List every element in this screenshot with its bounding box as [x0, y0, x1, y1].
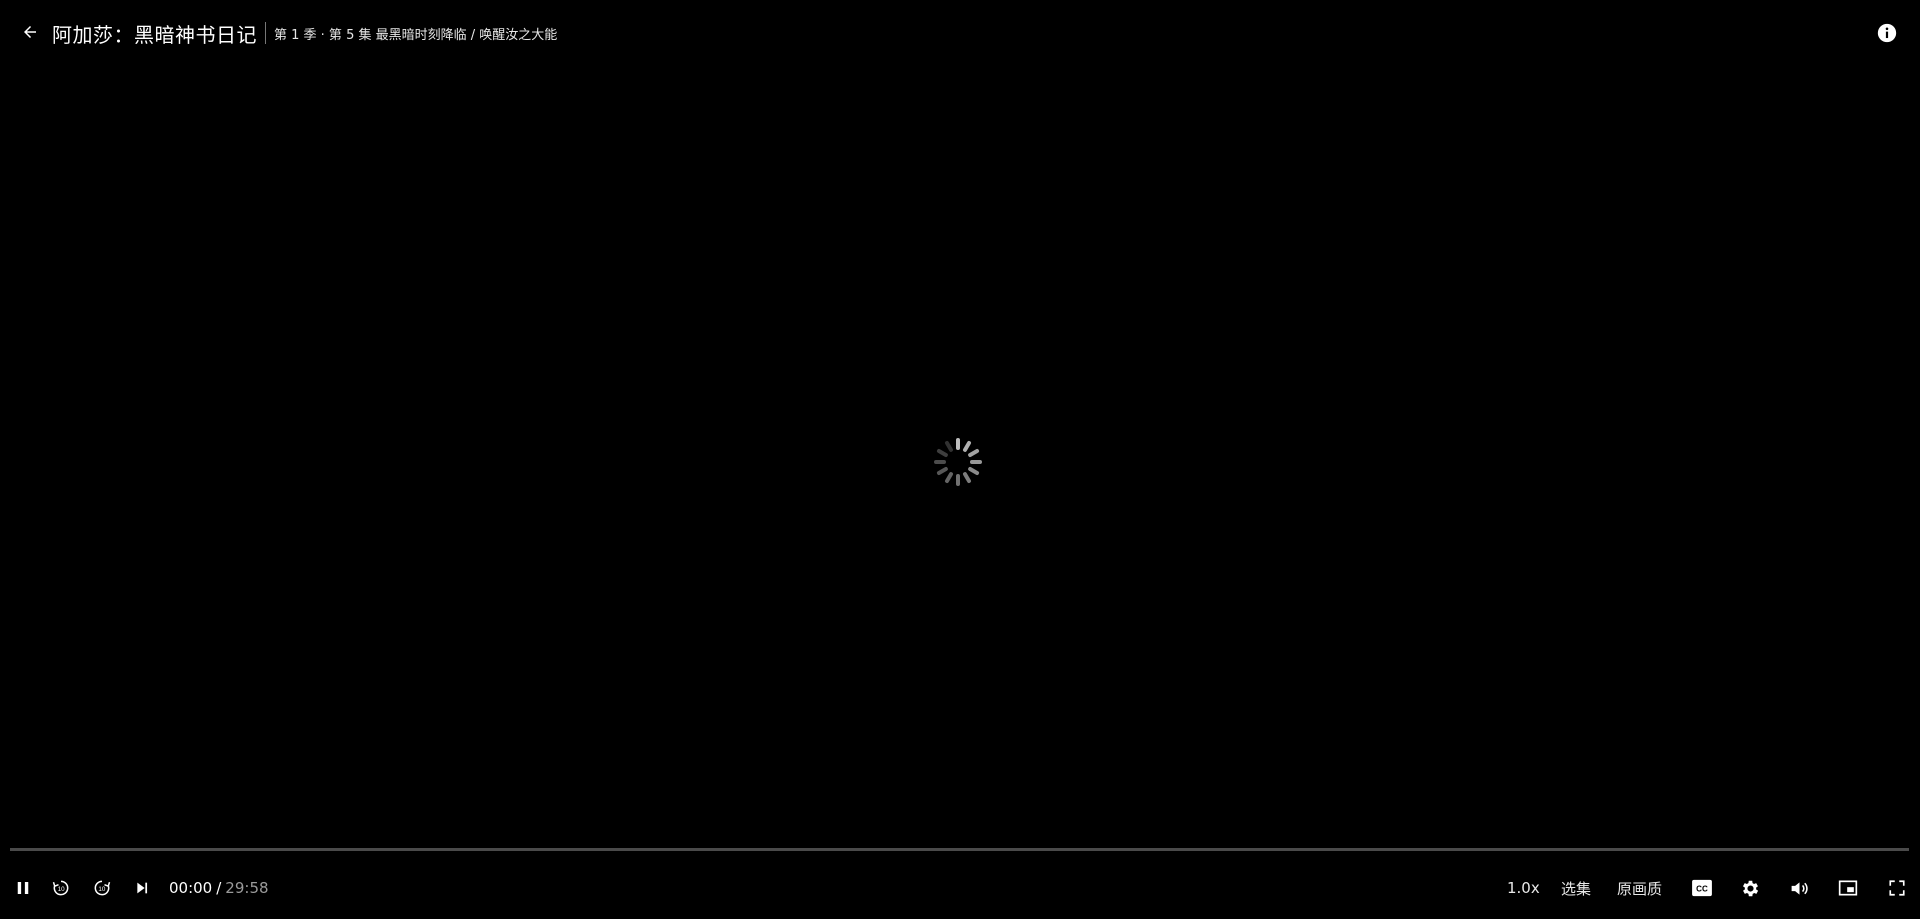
speed-button[interactable]: 1.0x — [1507, 876, 1540, 900]
gear-icon — [1742, 880, 1758, 896]
back-button[interactable] — [18, 20, 42, 44]
title-divider — [265, 22, 266, 44]
fullscreen-icon — [1889, 880, 1905, 896]
current-time: 00:00 — [169, 879, 213, 897]
forward-10-icon: 10 — [94, 880, 111, 896]
top-bar: 阿加莎：黑暗神书日记 第 1 季 · 第 5 集 最黑暗时刻降临 / 唤醒汝之大… — [0, 0, 1920, 66]
settings-button[interactable] — [1737, 876, 1763, 900]
rewind-10-button[interactable]: 10 — [49, 876, 73, 900]
svg-text:CC: CC — [1696, 885, 1708, 894]
info-icon — [1877, 23, 1897, 43]
quality-button[interactable]: 原画质 — [1617, 876, 1662, 900]
picture-in-picture-icon — [1838, 880, 1858, 896]
episode-title: 第 1 季 · 第 5 集 最黑暗时刻降临 / 唤醒汝之大能 — [274, 27, 558, 43]
loading-spinner-icon — [934, 438, 982, 486]
video-player[interactable]: 阿加莎：黑暗神书日记 第 1 季 · 第 5 集 最黑暗时刻降临 / 唤醒汝之大… — [0, 0, 1920, 919]
show-title: 阿加莎：黑暗神书日记 — [52, 22, 257, 47]
volume-button[interactable] — [1786, 876, 1812, 900]
duration: 29:58 — [225, 879, 269, 897]
pip-button[interactable] — [1835, 876, 1861, 900]
arrow-left-icon — [24, 26, 36, 38]
time-display: 00:00 / 29:58 — [169, 876, 269, 900]
rewind-10-icon: 10 — [52, 880, 69, 896]
next-episode-button[interactable] — [130, 876, 154, 900]
next-episode-icon — [137, 882, 148, 894]
pause-icon — [17, 882, 29, 894]
pause-button[interactable] — [11, 876, 35, 900]
svg-text:10: 10 — [58, 886, 65, 893]
cc-icon: CC — [1692, 879, 1712, 897]
episodes-button[interactable]: 选集 — [1561, 876, 1591, 900]
info-button[interactable] — [1876, 22, 1898, 44]
forward-10-button[interactable]: 10 — [90, 876, 114, 900]
title-area: 阿加莎：黑暗神书日记 第 1 季 · 第 5 集 最黑暗时刻降临 / 唤醒汝之大… — [52, 18, 557, 48]
time-separator: / — [216, 879, 222, 897]
progress-bar[interactable] — [10, 848, 1909, 851]
fullscreen-button[interactable] — [1884, 876, 1910, 900]
volume-icon — [1791, 881, 1808, 895]
control-bar: 10 10 00:00 / 29:58 1.0x 选集 原画质 CC — [0, 866, 1920, 910]
subtitles-button[interactable]: CC — [1689, 876, 1715, 900]
svg-text:10: 10 — [98, 886, 105, 893]
